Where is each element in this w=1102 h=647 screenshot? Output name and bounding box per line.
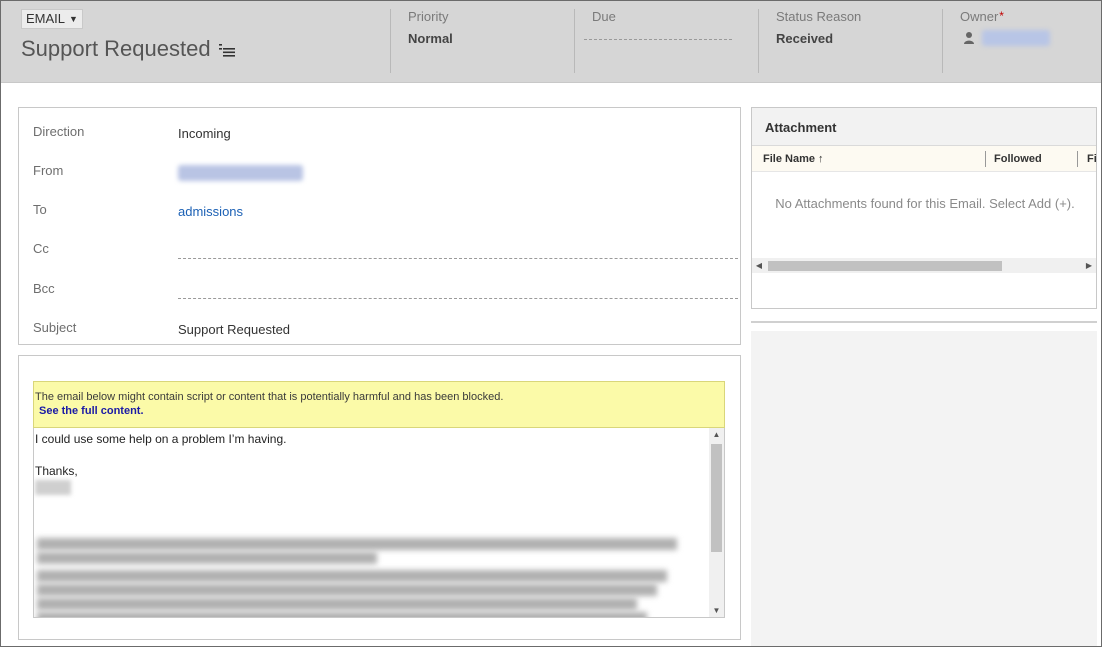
attachment-subgrid: Attachment File Name ↑ Followed Fi No At… (751, 107, 1097, 309)
subject-label: Subject (33, 320, 77, 335)
body-signoff: Thanks, (35, 464, 78, 478)
header-field-status-reason: Status Reason Received (758, 1, 942, 73)
signature-redacted (35, 480, 71, 495)
cc-label: Cc (33, 241, 49, 256)
email-body-frame[interactable]: I could use some help on a problem I’m h… (33, 428, 725, 618)
field-cc: Cc (33, 231, 738, 261)
column-followed[interactable]: Followed (994, 153, 1042, 165)
redacted-text-line (37, 598, 637, 610)
subject-value[interactable]: Support Requested (178, 322, 290, 337)
cc-value-empty[interactable] (178, 258, 738, 259)
redacted-text-line (37, 552, 377, 564)
to-value-link[interactable]: admissions (178, 204, 243, 219)
email-description-section: The email below might contain script or … (18, 355, 741, 640)
header-field-due: Due (574, 1, 758, 73)
required-mark: * (999, 9, 1004, 23)
record-title: Support Requested (21, 36, 235, 62)
side-panel-background (751, 331, 1097, 646)
status-reason-value[interactable]: Received (776, 31, 833, 46)
person-icon (964, 32, 974, 44)
entity-type-selector[interactable]: EMAIL ▼ (21, 9, 83, 29)
body-text-line: I could use some help on a problem I’m h… (35, 432, 287, 446)
redacted-text-line (37, 538, 677, 550)
owner-label: Owner* (960, 9, 1004, 24)
column-file-name[interactable]: File Name ↑ (763, 153, 824, 165)
warning-text: The email below might contain script or … (35, 391, 504, 403)
field-from: From (33, 153, 729, 183)
caret-down-icon: ▼ (69, 14, 78, 24)
scroll-thumb[interactable] (711, 444, 722, 552)
field-subject: Subject Support Requested (33, 310, 729, 340)
entity-type-label: EMAIL (26, 11, 66, 26)
redacted-text-line (37, 612, 647, 617)
from-label: From (33, 163, 64, 178)
scroll-down-icon[interactable]: ▼ (709, 604, 724, 617)
record-header: EMAIL ▼ Support Requested Priority Norma… (1, 1, 1101, 83)
priority-value[interactable]: Normal (408, 31, 453, 46)
to-label: To (33, 202, 47, 217)
bcc-label: Bcc (33, 281, 55, 296)
due-label: Due (592, 9, 616, 24)
priority-label: Priority (408, 9, 449, 24)
redacted-text-line (37, 570, 667, 582)
column-file-size[interactable]: Fi (1087, 153, 1097, 165)
scroll-right-icon[interactable]: ▶ (1082, 258, 1096, 273)
field-bcc: Bcc (33, 271, 738, 301)
section-divider (751, 321, 1097, 323)
blocked-content-warning: The email below might contain script or … (33, 381, 725, 428)
email-details-section: Direction Incoming From To admissions Cc… (18, 107, 741, 345)
empty-attachments-message: No Attachments found for this Email. Sel… (775, 196, 1075, 211)
scroll-left-icon[interactable]: ◀ (752, 258, 766, 273)
form-selector-icon[interactable] (218, 43, 235, 57)
see-full-content-link[interactable]: See the full content. (39, 405, 724, 417)
due-value-empty[interactable] (584, 39, 732, 40)
header-field-owner: Owner* (942, 1, 1101, 73)
body-vertical-scrollbar[interactable]: ▲ ▼ (709, 428, 724, 617)
attachment-horizontal-scrollbar[interactable]: ◀ ▶ (752, 258, 1096, 273)
owner-value[interactable] (964, 30, 1050, 46)
record-title-text: Support Requested (21, 36, 211, 61)
direction-label: Direction (33, 124, 85, 139)
scroll-thumb[interactable] (768, 261, 1002, 271)
status-reason-label: Status Reason (776, 9, 862, 24)
attachment-title: Attachment (752, 108, 1096, 146)
from-value-redacted[interactable] (178, 165, 303, 184)
field-direction: Direction Incoming (33, 114, 729, 144)
bcc-value-empty[interactable] (178, 298, 738, 299)
redacted-text-line (37, 584, 657, 596)
header-field-priority: Priority Normal (390, 1, 574, 73)
direction-value[interactable]: Incoming (178, 126, 231, 141)
scroll-up-icon[interactable]: ▲ (709, 428, 724, 442)
owner-name-redacted (982, 30, 1050, 46)
field-to: To admissions (33, 192, 729, 222)
attachment-column-headers: File Name ↑ Followed Fi (752, 146, 1097, 172)
